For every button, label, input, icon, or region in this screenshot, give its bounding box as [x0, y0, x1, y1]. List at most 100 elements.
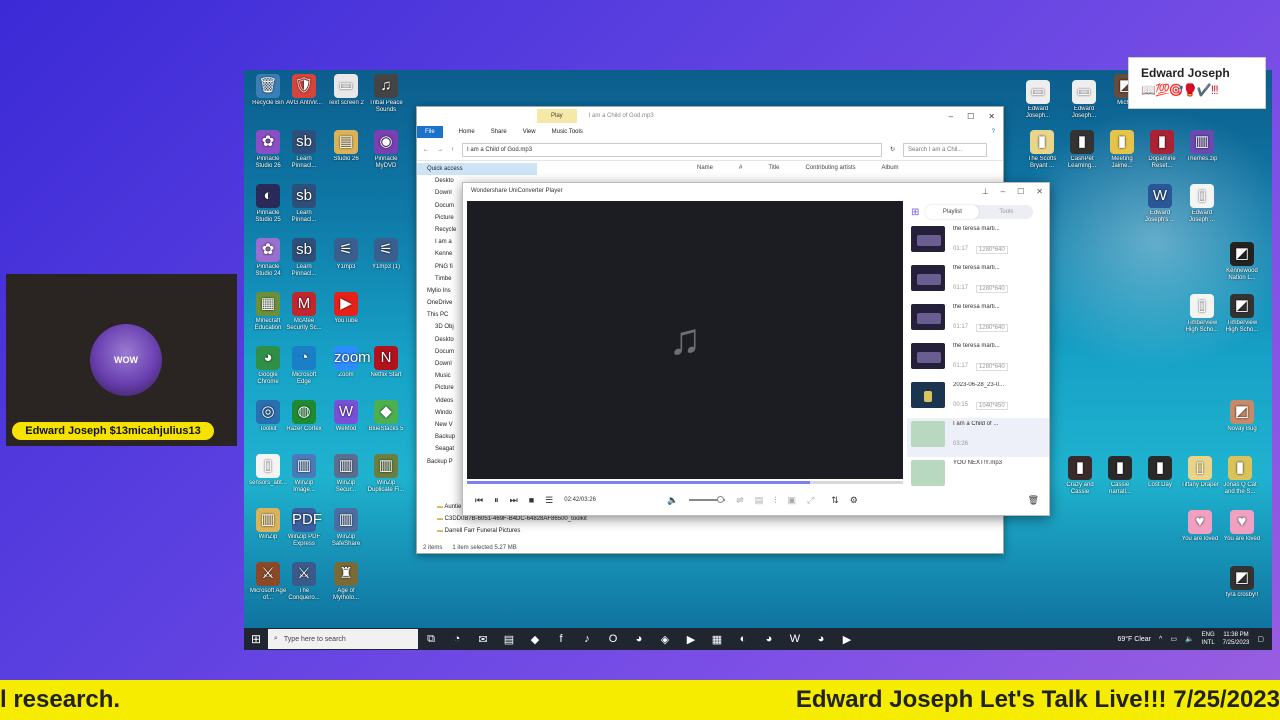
clock[interactable]: 11:38 PM 7/25/2023	[1223, 631, 1250, 647]
desktop-shortcut[interactable]: ▯ sensors_abt...	[248, 454, 288, 494]
desktop-shortcut[interactable]: ⚔ The Conquero...	[284, 562, 324, 602]
desktop-shortcut[interactable]: ◩ Timberview High Scho...	[1222, 294, 1262, 334]
column-header[interactable]: Contributing artists	[805, 165, 855, 171]
column-header[interactable]: Title	[768, 165, 779, 171]
mail-icon[interactable]: ✉	[470, 633, 496, 646]
desktop-shortcut[interactable]: sb Learn Pinnacl...	[284, 184, 324, 224]
pause-icon[interactable]: ⏸	[494, 495, 499, 506]
uniconverter-icon[interactable]: ▶	[834, 633, 860, 646]
desktop-shortcut[interactable]: ▮ Crazy and Cassie	[1060, 456, 1100, 496]
forward-icon[interactable]: →	[437, 147, 443, 153]
back-icon[interactable]: ←	[423, 147, 429, 153]
speed-icon[interactable]: ⇌	[736, 495, 744, 506]
address-bar[interactable]: I am a Child of God.mp3	[462, 142, 882, 157]
desktop-shortcut[interactable]: ▮ CashPet Learning...	[1062, 130, 1102, 170]
desktop-shortcut[interactable]: ▦ Minecraft Education	[248, 292, 288, 332]
playlist-item[interactable]: the teresa marti... 01:17 1280*640	[907, 223, 1049, 262]
maximize-icon[interactable]: ☐	[1017, 187, 1024, 196]
desktop-shortcut[interactable]: ◩ tyra crosby!!	[1222, 566, 1262, 606]
desktop-shortcut[interactable]: ▤ Studio 26	[326, 130, 366, 170]
up-icon[interactable]: ↑	[451, 147, 454, 153]
desktop-shortcut[interactable]: W WeMod	[326, 400, 366, 440]
close-icon[interactable]: ✕	[1036, 187, 1043, 196]
desktop-shortcut[interactable]: ♥ You are loved	[1222, 510, 1262, 550]
desktop-shortcut[interactable]: ◩ Novay Bug	[1222, 400, 1262, 440]
sort-icon[interactable]: ⇅	[831, 495, 839, 506]
tiktok-icon[interactable]: ♪	[574, 633, 600, 646]
add-file-icon[interactable]: ⊞	[911, 207, 919, 218]
tab-music-tools[interactable]: Music Tools	[552, 129, 583, 135]
app-icon[interactable]: ◆	[522, 633, 548, 646]
desktop-shortcut[interactable]: ◆ BlueStacks 5	[366, 400, 406, 440]
search-input[interactable]: Search I am a Chil...	[903, 142, 988, 157]
close-icon[interactable]: ✕	[988, 112, 995, 121]
nav-item[interactable]: Quick access	[417, 163, 537, 176]
app-icon[interactable]: ◈	[652, 633, 678, 646]
taskbar-search-input[interactable]: ⌕ Type here to search	[268, 629, 418, 649]
desktop-shortcut[interactable]: ◩ Kennewood Nation L...	[1222, 242, 1262, 282]
opera-icon[interactable]: O	[600, 633, 626, 646]
app-icon[interactable]: ▦	[704, 633, 730, 646]
desktop-shortcut[interactable]: ♥ You are loved	[1180, 510, 1220, 550]
desktop-shortcut[interactable]: ♜ Age of Mytholo...	[326, 562, 366, 602]
chrome-icon[interactable]: ◕	[808, 633, 834, 646]
desktop-shortcut[interactable]: ◍ Razer Cortex	[284, 400, 324, 440]
edge-icon[interactable]: ◔	[444, 633, 470, 646]
desktop-shortcut[interactable]: sb Learn Pinnacl...	[284, 130, 324, 170]
delete-icon[interactable]: 🗑	[1028, 495, 1047, 506]
desktop-shortcut[interactable]: PDF WinZip PDF Express	[284, 508, 324, 548]
desktop-shortcut[interactable]: M McAfee Security Sc...	[284, 292, 324, 332]
youtube-icon[interactable]: ▶	[678, 633, 704, 646]
subtitle-icon[interactable]: ▤	[755, 495, 764, 506]
windows-start-icon[interactable]: ⊞	[244, 632, 268, 646]
task-view-icon[interactable]: ⧉	[418, 633, 444, 646]
file-explorer-icon[interactable]: ▤	[496, 633, 522, 646]
playlist-toggle-icon[interactable]: ☰	[545, 495, 553, 506]
language-indicator[interactable]: ENG INTL	[1202, 631, 1215, 647]
desktop-shortcut[interactable]: ▭ Edward Joseph...	[1064, 80, 1104, 120]
previous-icon[interactable]: ⏮	[475, 495, 483, 506]
list-item[interactable]: ▬ Darrell Farr Funeral Pictures	[437, 525, 587, 537]
desktop-shortcut[interactable]: ▥ WinZip Duplicate Fi...	[366, 454, 406, 494]
refresh-icon[interactable]: ↻	[890, 146, 895, 153]
desktop-shortcut[interactable]: 🗑 Recycle Bin	[248, 74, 288, 114]
desktop-shortcut[interactable]: ▯ Tiffany Draper	[1180, 456, 1220, 496]
desktop-shortcut[interactable]: W Edward Joseph's ...	[1140, 184, 1180, 224]
tab-playlist[interactable]: Playlist	[925, 205, 980, 219]
maximize-icon[interactable]: ☐	[967, 112, 974, 121]
help-icon[interactable]: ?	[992, 129, 1003, 135]
fullscreen-icon[interactable]: ⤢	[807, 495, 814, 506]
desktop-shortcut[interactable]: ◉ Pinnacle MyDVD	[366, 130, 406, 170]
screenshot-icon[interactable]: ▣	[788, 495, 797, 506]
filter-icon[interactable]: ⚙	[850, 495, 858, 506]
volume-knob[interactable]	[717, 496, 725, 503]
desktop-shortcut[interactable]: ⚔ Microsoft Age of...	[248, 562, 288, 602]
volume-icon[interactable]: 🔈	[667, 495, 678, 506]
chrome-icon[interactable]: ◕	[756, 633, 782, 646]
desktop-shortcut[interactable]: ◕ Google Chrome	[248, 346, 288, 386]
desktop-shortcut[interactable]: ▯ Timberview High Scho...	[1182, 294, 1222, 334]
weather-widget[interactable]: 69°F Clear	[1117, 636, 1151, 643]
desktop-shortcut[interactable]: ▭ Text screen 2	[326, 74, 366, 114]
desktop-shortcut[interactable]: N Netflix Start	[366, 346, 406, 386]
uniconverter-player-window[interactable]: Wondershare UniConverter Player ⊥ – ☐ ✕ …	[462, 182, 1050, 516]
tab-share[interactable]: Share	[491, 129, 507, 135]
desktop-shortcut[interactable]: ▶ YouTube	[326, 292, 366, 332]
playback-progress-bar[interactable]	[467, 481, 903, 484]
word-icon[interactable]: W	[782, 633, 808, 646]
desktop-shortcut[interactable]: ▮ Cassie narrati...	[1100, 456, 1140, 496]
column-header[interactable]: Name	[697, 165, 713, 171]
desktop-shortcut[interactable]: ▭ Edward Joseph...	[1018, 80, 1058, 120]
minimize-icon[interactable]: –	[1001, 187, 1005, 196]
playlist-item[interactable]: YOU NEXT!!!.mp3	[907, 457, 1049, 496]
stop-icon[interactable]: ■	[529, 495, 534, 505]
desktop-shortcut[interactable]: ▯ Edward Joseph ...	[1182, 184, 1222, 224]
playlist-item[interactable]: 2023-06-28_23-0... 00:15 1040*450	[907, 379, 1049, 418]
desktop-shortcut[interactable]: ▮ Dopamine Reset...	[1142, 130, 1182, 170]
video-area[interactable]: ♫	[467, 201, 903, 479]
tab-view[interactable]: View	[523, 129, 536, 135]
column-header[interactable]: #	[739, 165, 742, 171]
app-icon[interactable]: ◐	[730, 633, 756, 646]
volume-slider[interactable]	[689, 496, 726, 503]
desktop-shortcut[interactable]: ▥ WinZip	[248, 508, 288, 548]
